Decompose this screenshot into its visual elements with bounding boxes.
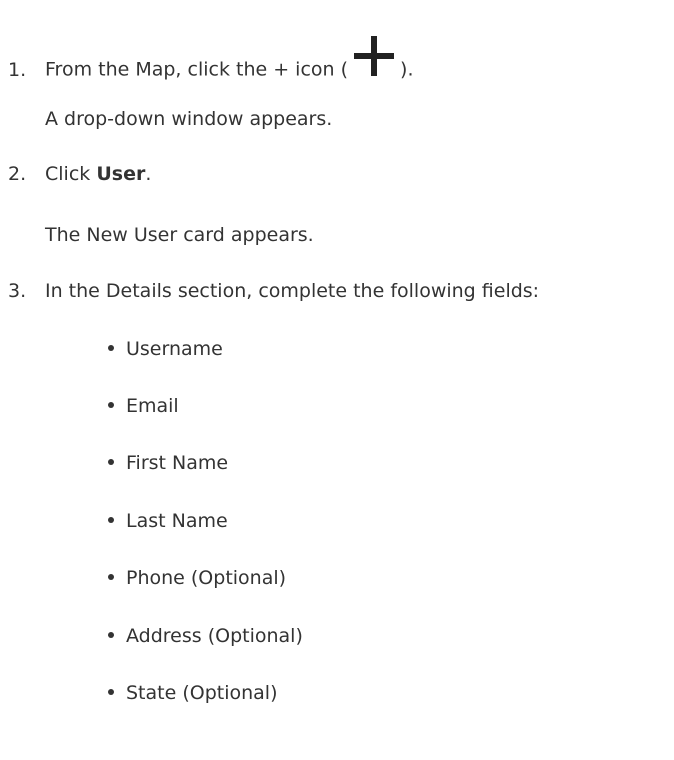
bullet-icon xyxy=(108,573,114,580)
step-3: 3. In the Details section, complete the f… xyxy=(8,280,539,302)
step-1-text: From the Map, click the + icon ( xyxy=(45,58,349,81)
list-item: Address (Optional) xyxy=(108,625,303,647)
step-1-result: A drop-down window appears. xyxy=(45,108,333,130)
list-item: Last Name xyxy=(108,510,228,532)
bullet-icon xyxy=(108,458,114,465)
field-email: Email xyxy=(126,395,179,417)
user-option-label: User xyxy=(96,163,146,185)
bullet-icon xyxy=(108,344,114,351)
step-3-number: 3. xyxy=(8,280,27,302)
step-2-result: The New User card appears. xyxy=(45,224,314,246)
list-item: First Name xyxy=(108,452,228,474)
step-1-number: 1. xyxy=(8,58,27,81)
step-2: 2. Click User. xyxy=(8,163,151,185)
plus-icon xyxy=(352,34,396,78)
field-phone: Phone (Optional) xyxy=(126,567,287,589)
list-item: Username xyxy=(108,338,223,360)
field-first-name: First Name xyxy=(126,452,229,474)
field-address: Address (Optional) xyxy=(126,625,303,647)
step-3-text: In the Details section, complete the fol… xyxy=(45,280,540,302)
field-last-name: Last Name xyxy=(126,510,228,532)
step-1-text-end: ). xyxy=(400,58,414,81)
field-username: Username xyxy=(126,338,223,360)
step-2-text: Click xyxy=(45,163,97,185)
list-item: Phone (Optional) xyxy=(108,567,286,589)
step-1: 1. From the Map, click the + icon (). xyxy=(8,36,414,92)
bullet-icon xyxy=(108,631,114,638)
field-state: State (Optional) xyxy=(126,682,278,704)
bullet-icon xyxy=(108,688,114,695)
list-item: State (Optional) xyxy=(108,682,278,704)
step-2-number: 2. xyxy=(8,163,27,185)
bullet-icon xyxy=(108,401,114,408)
list-item: Email xyxy=(108,395,179,417)
step-2-text-end: . xyxy=(145,163,152,185)
bullet-icon xyxy=(108,516,114,523)
